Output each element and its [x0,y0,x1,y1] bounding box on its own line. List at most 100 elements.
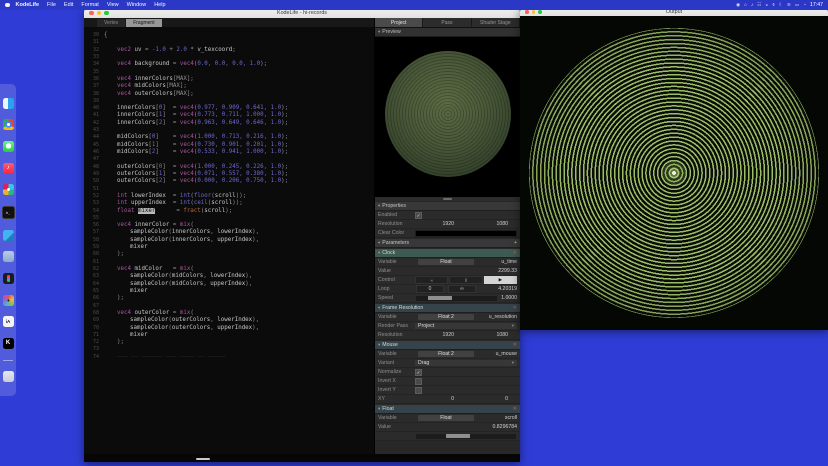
output-minimize-button[interactable] [532,10,536,14]
status-icon-3[interactable]: ☷ [757,2,761,8]
line-number: 44 [84,134,104,141]
property-label: XY [375,396,412,402]
panel-tab-pass[interactable]: Pass [423,18,471,27]
loop-field[interactable]: 0 [416,285,444,293]
type-combo[interactable]: Float [418,415,474,421]
status-icon-8[interactable]: ▭ [795,2,799,8]
section-header-parameters[interactable]: ▾Parameters+ [375,239,520,248]
rewind-button[interactable]: « [415,276,448,284]
line-number: 40 [84,105,104,112]
close-button[interactable] [89,11,94,16]
code-token: ] = [155,134,179,140]
panel-tab-shader-stage[interactable]: Shader Stage [472,18,520,27]
section-header-clock[interactable]: ▾Clock✕ [375,249,520,258]
code-token: vec2 [117,47,131,53]
output-zoom-button[interactable] [538,10,542,14]
status-icon-0[interactable]: ◉ [736,2,740,8]
value-field[interactable]: 1080 [466,221,520,227]
section-header-float[interactable]: ▾Float✕ [375,405,520,414]
slider-handle[interactable] [428,296,452,300]
menu-item-file[interactable]: File [47,2,56,8]
remove-parameter-button[interactable]: ✕ [513,342,517,348]
chrome-dock-icon[interactable] [3,119,14,130]
dropdown[interactable]: Drag▾ [415,360,517,366]
code-token: = [173,222,180,228]
status-icon-2[interactable]: ♪ [751,2,753,8]
value-field[interactable]: 2299.33 [498,268,520,274]
tab-vertex[interactable]: Vertex [97,19,125,27]
value-field[interactable]: 1920 [412,221,466,227]
menu-item-view[interactable]: View [107,2,119,8]
type-combo[interactable]: Float [418,259,474,265]
status-icon-9[interactable]: ◔ [803,2,806,8]
status-icon-7[interactable]: ≋ [787,2,791,8]
slack-dock-icon[interactable] [3,184,14,195]
value-field[interactable]: 0 [412,396,466,402]
output-close-button[interactable] [525,10,529,14]
preview-section-header[interactable]: ▾ Preview [375,28,520,37]
slider-track[interactable] [416,434,516,439]
finder-dock-icon[interactable] [3,98,14,109]
vscode-dock-icon[interactable] [3,230,14,241]
code-area[interactable]: 30{3132vec2 uv = -1.0 + 2.0 * v_texcoord… [84,27,374,454]
status-icon-5[interactable]: ⌽ [772,2,775,8]
trash-dock-icon[interactable] [3,371,14,382]
code-text: midColors[0] = vec4(1.000, 0.713, 0.216,… [104,134,288,141]
menu-item-help[interactable]: Help [154,2,165,8]
value-field[interactable]: 0.8296784 [492,424,520,430]
add-parameter-button[interactable]: + [514,240,517,246]
remove-parameter-button[interactable]: ✕ [513,406,517,412]
loop-field[interactable]: ∞ [448,285,476,293]
pause-button[interactable]: ‖ [449,276,482,284]
dropdown[interactable]: Project▾ [415,323,517,329]
menu-item-edit[interactable]: Edit [64,2,73,8]
slider-handle[interactable] [446,434,470,438]
status-icon-4[interactable]: ◒ [765,2,768,8]
dock: ♪ >_ iA K [0,84,16,396]
messages-dock-icon[interactable] [3,141,14,152]
play-button[interactable]: ▶ [484,276,517,284]
line-number: 30 [84,32,104,39]
apple-menu-icon[interactable] [5,3,10,8]
remove-parameter-button[interactable]: ✕ [513,250,517,256]
zoom-button[interactable] [104,11,109,16]
remove-parameter-button[interactable]: ✕ [513,305,517,311]
code-text: sampleColor(outerColors, upperIndex), [104,325,259,332]
value-field[interactable]: 1080 [466,332,520,338]
checkbox[interactable] [415,387,422,394]
code-text: sampleColor(midColors, upperIndex), [104,281,252,288]
type-combo[interactable]: Float 2 [418,351,474,357]
menu-item-window[interactable]: Window [127,2,147,8]
scrollbar-thumb[interactable] [196,458,210,460]
code-token: = [155,208,183,214]
type-combo[interactable]: Float 2 [418,314,474,320]
code-text: innerColors[0] = vec4(0.977, 0.909, 0.64… [104,105,288,112]
status-icon-1[interactable]: ⌂ [744,2,747,8]
kodelife-dock-icon[interactable]: K [3,338,14,349]
tab-fragment[interactable]: Fragment [126,19,161,27]
property-row-value: Value0.8296784 [375,423,520,432]
menu-item-kodelife[interactable]: KodeLife [16,2,40,8]
checkbox[interactable] [415,378,422,385]
value-field[interactable]: 0 [466,396,520,402]
panel-tab-project[interactable]: Project [375,18,423,27]
status-icon-6[interactable]: ☾ [779,2,783,8]
code-token: vec4 [180,105,194,111]
color-swatch[interactable] [415,230,517,237]
section-header-mouse[interactable]: ▾Mouse✕ [375,341,520,350]
figma-dock-icon[interactable] [3,273,14,284]
media-dock-icon[interactable] [3,295,14,306]
checkbox[interactable]: ✓ [415,369,422,376]
slider-track[interactable] [416,296,497,301]
section-header-frame-resolution[interactable]: ▾Frame Resolution✕ [375,304,520,313]
minimize-button[interactable] [97,11,102,16]
menu-item-format[interactable]: Format [81,2,98,8]
code-token: innerColors [131,76,173,82]
terminal-dock-icon[interactable]: >_ [2,206,15,219]
value-field[interactable]: 1920 [412,332,466,338]
music-dock-icon[interactable]: ♪ [3,163,14,174]
mail-dock-icon[interactable] [3,251,14,262]
checkbox[interactable]: ✓ [415,212,422,219]
section-header-properties[interactable]: ▾Properties [375,202,520,211]
ia-writer-dock-icon[interactable]: iA [3,316,14,327]
